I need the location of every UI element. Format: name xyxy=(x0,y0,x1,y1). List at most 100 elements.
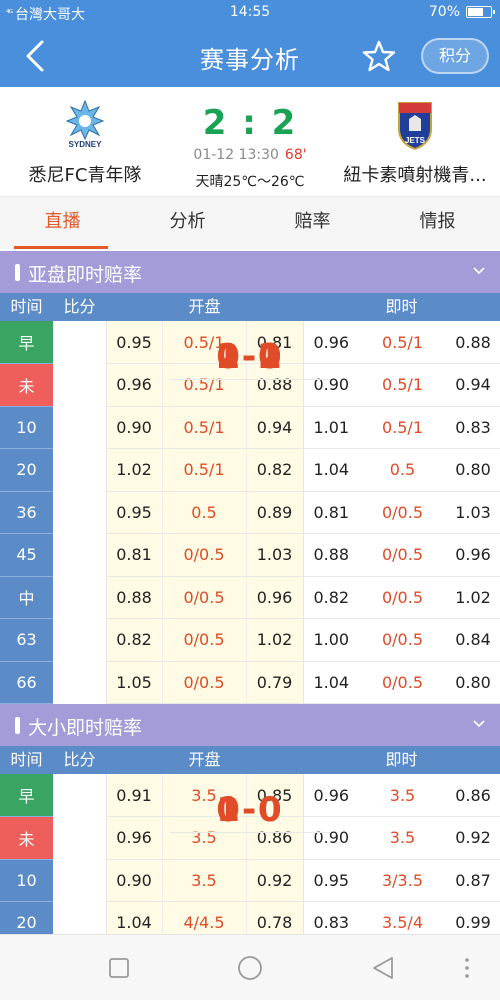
open-line: 0/0.5 xyxy=(161,533,246,577)
open-line: 0/0.5 xyxy=(161,576,246,619)
live-away-odds: 0.80 xyxy=(446,448,500,492)
open-away-odds: 0.89 xyxy=(245,491,303,534)
tab-odds[interactable]: 赔率 xyxy=(250,197,375,249)
column-live: 即时 xyxy=(385,297,418,316)
open-home-odds: 0.95 xyxy=(105,491,162,534)
live-away-odds: 0.84 xyxy=(446,618,500,662)
row-time: 20 xyxy=(0,448,53,492)
app-header-bar: ⁴ᴳ 台灣大哥大 14:55 70% 赛事分析 积分 xyxy=(0,0,500,87)
open-home-odds: 1.02 xyxy=(105,448,162,492)
section-marker xyxy=(15,717,20,734)
match-meta: 01-12 13:30 68' xyxy=(170,147,330,163)
open-line: 0.5/1 xyxy=(161,406,246,449)
live-line: 0/0.5 xyxy=(359,491,446,534)
row-time: 63 xyxy=(0,618,53,662)
row-time: 45 xyxy=(0,533,53,577)
open-home-odds: 0.88 xyxy=(105,576,162,619)
open-away-odds: 0.94 xyxy=(245,406,303,449)
odds-row: 36 1-1 0.95 0.5 0.89 0.81 0/0.5 1.03 xyxy=(0,337,500,534)
triangle-back-icon[interactable] xyxy=(368,953,398,983)
ou-odds-section-header[interactable]: 大小即时赔率 xyxy=(0,704,500,746)
status-bar: ⁴ᴳ 台灣大哥大 14:55 70% xyxy=(0,0,500,26)
match-summary: SYDNEY 悉尼FC青年隊 2 : 2 01-12 13:30 68' 天晴25… xyxy=(0,87,500,197)
live-line: 0.5/1 xyxy=(359,321,446,364)
square-icon[interactable] xyxy=(104,953,134,983)
open-home-odds: 0.90 xyxy=(105,406,162,449)
live-line: 0/0.5 xyxy=(359,661,446,704)
live-home-odds: 1.01 xyxy=(302,406,359,449)
app-screen: ⁴ᴳ 台灣大哥大 14:55 70% 赛事分析 积分 SYDNEY 悉尼FC青年… xyxy=(0,0,500,1000)
column-time: 时间 xyxy=(10,297,43,316)
open-away-odds: 1.03 xyxy=(245,533,303,577)
chevron-down-icon[interactable] xyxy=(472,264,486,278)
live-home-odds: 0.82 xyxy=(302,576,359,619)
live-away-odds: 0.88 xyxy=(446,321,500,364)
points-button[interactable]: 积分 xyxy=(421,38,489,74)
tab-bar: 直播 分析 赔率 情报 xyxy=(0,197,500,249)
row-time: 未 xyxy=(0,363,53,407)
home-team[interactable]: SYDNEY 悉尼FC青年隊 xyxy=(0,87,170,187)
column-open: 开盘 xyxy=(188,297,221,316)
live-home-odds: 1.04 xyxy=(302,448,359,492)
match-weather: 天晴25℃～26℃ xyxy=(195,174,305,190)
open-home-odds: 0.91 xyxy=(105,774,162,817)
open-away-odds: 0.82 xyxy=(245,448,303,492)
tab-intel[interactable]: 情报 xyxy=(375,197,500,249)
live-home-odds: 0.95 xyxy=(302,859,359,902)
odds-row: 20 1-0 1.02 0.5/1 0.82 1.04 0.5 0.80 xyxy=(0,337,500,492)
live-away-odds: 0.92 xyxy=(446,816,500,860)
row-time: 10 xyxy=(0,859,53,902)
open-home-odds: 0.90 xyxy=(105,859,162,902)
row-time: 66 xyxy=(0,661,53,704)
live-away-odds: 0.87 xyxy=(446,859,500,902)
live-home-odds: 0.88 xyxy=(302,533,359,577)
home-team-logo: SYDNEY xyxy=(65,99,105,149)
ou-odds-table: 早 0.91 3.5 0.85 0.96 3.5 0.86 未 0.96 3.5 0.86 0.90 3… xyxy=(0,774,500,945)
star-outline-icon[interactable] xyxy=(362,39,396,73)
section-marker xyxy=(15,264,20,281)
odds-row: 63 1-2 0.82 0/0.5 1.02 1.00 0/0.5 0.84 xyxy=(0,337,500,662)
column-live: 即时 xyxy=(385,750,418,769)
row-time: 早 xyxy=(0,321,53,364)
open-home-odds: 0.96 xyxy=(105,363,162,407)
open-home-odds: 0.82 xyxy=(105,618,162,662)
live-line: 0.5/1 xyxy=(359,406,446,449)
open-line: 0/0.5 xyxy=(161,661,246,704)
home-logo-wordmark: SYDNEY xyxy=(69,140,103,149)
asian-odds-section-header[interactable]: 亚盘即时赔率 xyxy=(0,251,500,293)
ou-odds-title: 大小即时赔率 xyxy=(28,717,143,739)
tab-analysis[interactable]: 分析 xyxy=(125,197,250,249)
row-score: 2-2 xyxy=(170,337,330,380)
live-line: 0/0.5 xyxy=(359,576,446,619)
live-home-odds: 0.81 xyxy=(302,491,359,534)
away-team-logo: JETS xyxy=(398,102,432,151)
live-line: 0.5/1 xyxy=(359,363,446,407)
live-home-odds: 1.04 xyxy=(302,661,359,704)
battery-level-fill xyxy=(468,8,483,16)
dots-vertical-icon[interactable] xyxy=(452,953,482,983)
live-line: 0/0.5 xyxy=(359,533,446,577)
open-line: 3.5 xyxy=(161,859,246,902)
title-bar: 赛事分析 积分 xyxy=(0,26,500,87)
odds-row: 10 0-0 0.90 3.5 0.92 0.95 3/3.5 0.87 xyxy=(0,790,500,902)
match-score: 2 : 2 xyxy=(202,103,298,143)
odds-row: 中 1-2 0.88 0/0.5 0.96 0.82 0/0.5 1.02 xyxy=(0,337,500,619)
tab-live[interactable]: 直播 xyxy=(0,197,125,249)
live-home-odds: 1.00 xyxy=(302,618,359,662)
open-home-odds: 0.96 xyxy=(105,816,162,860)
live-line: 0.5 xyxy=(359,448,446,492)
live-away-odds: 0.86 xyxy=(446,774,500,817)
away-team-name: 紐卡素噴射機青... xyxy=(343,165,487,186)
column-score: 比分 xyxy=(63,750,96,769)
open-away-odds: 0.92 xyxy=(245,859,303,902)
circle-icon[interactable] xyxy=(235,953,265,983)
row-time: 早 xyxy=(0,774,53,817)
home-team-name: 悉尼FC青年隊 xyxy=(28,165,142,186)
open-home-odds: 0.81 xyxy=(105,533,162,577)
away-team[interactable]: JETS 紐卡素噴射機青... xyxy=(330,87,500,187)
battery-percent: 70% xyxy=(428,4,460,20)
chevron-down-icon[interactable] xyxy=(472,717,486,731)
row-time: 未 xyxy=(0,816,53,860)
open-away-odds: 0.79 xyxy=(245,661,303,704)
open-line: 0/0.5 xyxy=(161,618,246,662)
